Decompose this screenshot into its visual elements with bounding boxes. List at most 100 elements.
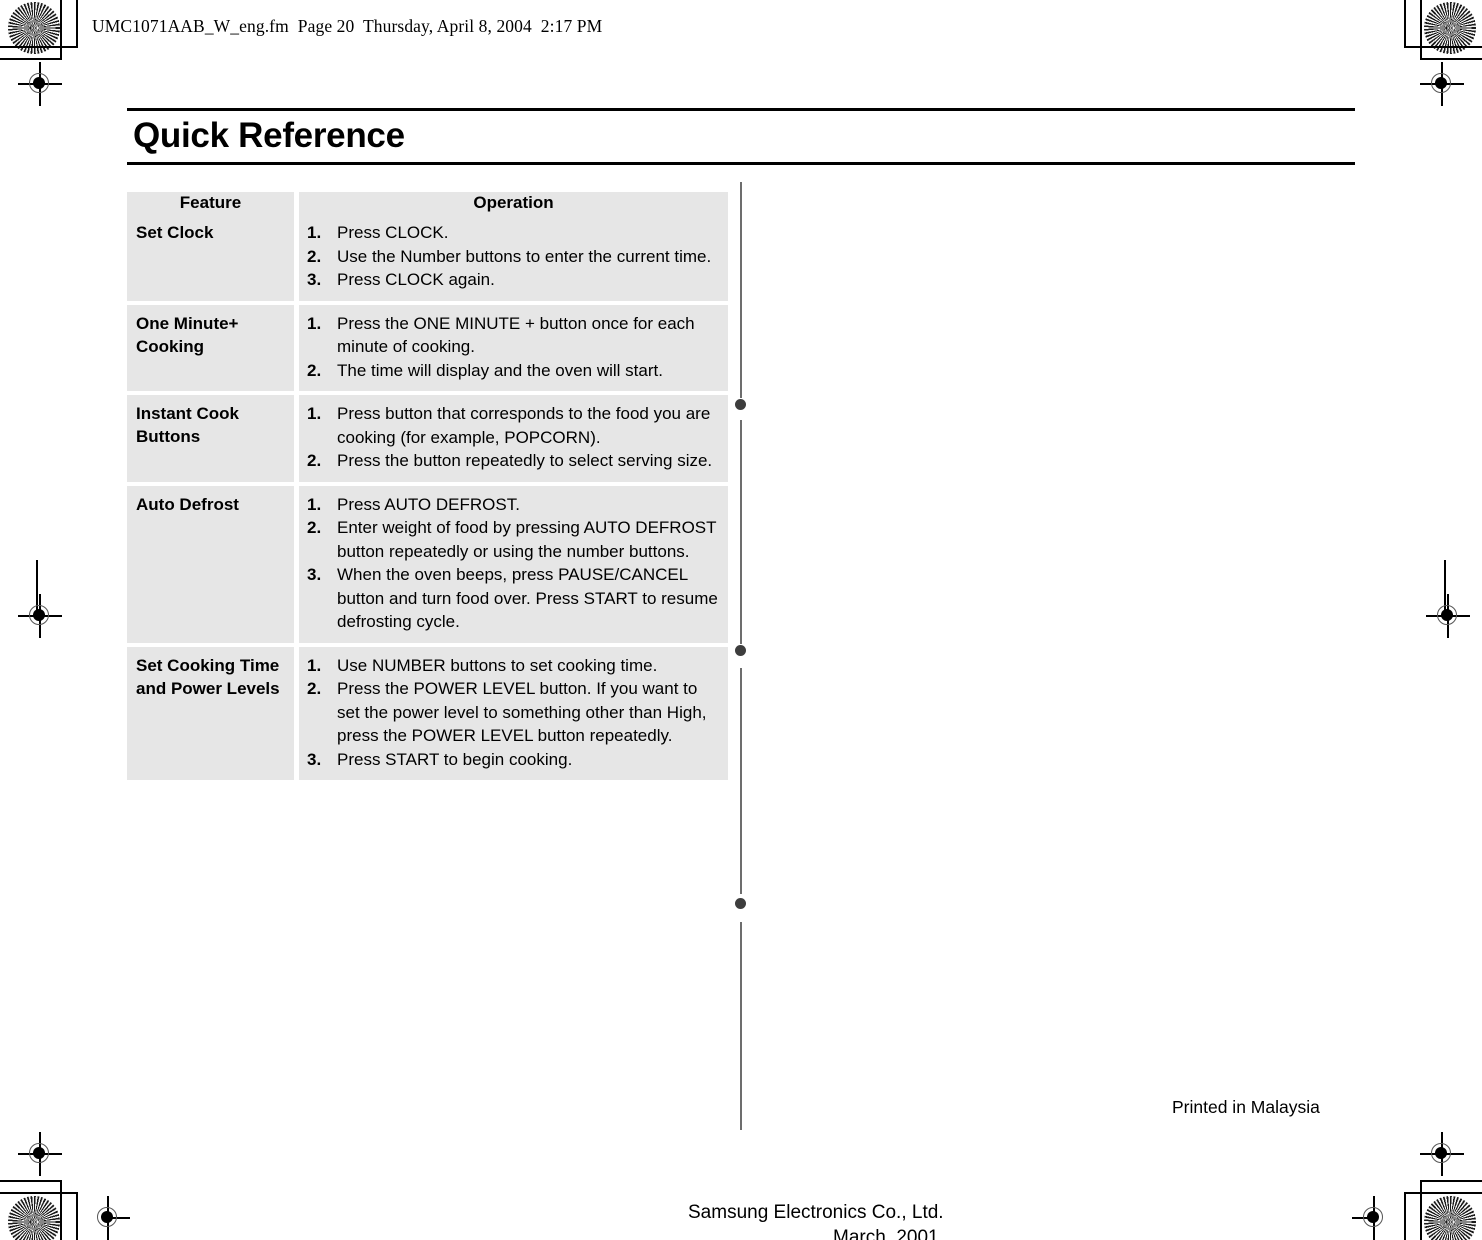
- operation-step: 2. Use the Number buttons to enter the cu…: [299, 245, 720, 269]
- operation-step-list: 1. Press AUTO DEFROST. 2. Enter weight of f…: [299, 493, 720, 634]
- crop-mark-line: [0, 1180, 62, 1182]
- operation-cell: 1. Press AUTO DEFROST. 2. Enter weight of f…: [299, 485, 728, 643]
- starburst-registration-mark: [1424, 2, 1476, 54]
- step-number: 1.: [307, 655, 322, 675]
- step-number: 2.: [307, 360, 322, 380]
- crop-mark-line: [1444, 560, 1446, 612]
- registration-target-icon: [18, 594, 62, 638]
- operation-cell: 1. Press the ONE MINUTE + button once for…: [299, 304, 728, 392]
- company-name-label: Samsung Electronics Co., Ltd.: [688, 1202, 944, 1223]
- step-text: Press CLOCK.: [337, 223, 449, 242]
- table-row: Auto Defrost 1. Press AUTO DEFROST. 2. Enter…: [127, 485, 728, 643]
- step-text: Press START to begin cooking.: [337, 749, 573, 769]
- file-header-caption: UMC1071AAB_W_eng.fm Page 20 Thursday, Ap…: [92, 16, 603, 36]
- crop-mark-line: [36, 560, 38, 612]
- registration-target-icon: [18, 62, 62, 106]
- registration-target-icon: [18, 1132, 62, 1176]
- feature-cell: Auto Defrost: [127, 485, 294, 643]
- operation-content: 1. Press button that corresponds to the f…: [299, 395, 728, 482]
- table-row: Instant Cook Buttons 1. Press button that …: [127, 395, 728, 482]
- registration-target-icon: [1420, 62, 1464, 106]
- feature-label: Instant Cook Buttons: [136, 404, 239, 446]
- table-head: Feature Operation: [127, 192, 728, 214]
- fold-guide-segment: [740, 668, 742, 894]
- crop-mark-line: [1404, 1192, 1482, 1194]
- table-row: Set Cooking Time and Power Levels 1. Use N…: [127, 646, 728, 781]
- step-text: Press AUTO DEFROST.: [337, 494, 520, 514]
- feature-label: One Minute+ Cooking: [136, 313, 239, 356]
- page-title: Quick Reference: [133, 116, 405, 155]
- table-header-row: Feature Operation: [127, 192, 728, 214]
- step-text: Press the ONE MINUTE + button once for e…: [337, 313, 695, 357]
- crop-mark-line: [1420, 1180, 1422, 1240]
- operation-cell: 1. Use NUMBER buttons to set cooking time…: [299, 646, 728, 781]
- step-text: Press CLOCK again.: [337, 270, 495, 289]
- page-title-block: Quick Reference: [127, 108, 1355, 165]
- operation-cell: 1. Press CLOCK. 2. Use the Number buttons t…: [299, 214, 728, 301]
- crop-mark-line: [60, 0, 62, 60]
- operation-step: 1. Use NUMBER buttons to set cooking time…: [299, 654, 720, 678]
- crop-mark-line: [1404, 46, 1482, 48]
- operation-step: 1. Press button that corresponds to the f…: [299, 402, 720, 449]
- crop-mark-line: [1420, 0, 1422, 60]
- step-text: Enter weight of food by pressing AUTO DE…: [337, 518, 717, 561]
- step-text: Use the Number buttons to enter the curr…: [337, 246, 712, 266]
- step-text: Use NUMBER buttons to set cooking time.: [337, 655, 658, 675]
- step-number: 2.: [307, 518, 322, 537]
- crop-mark-line: [60, 1180, 62, 1240]
- table-row: Set Clock 1. Press CLOCK. 2. Use the Number …: [127, 214, 728, 301]
- step-number: 3.: [307, 749, 322, 769]
- operation-step: 2. Enter weight of food by pressing AUTO …: [299, 516, 720, 563]
- crop-mark-line: [1420, 58, 1482, 60]
- fold-guide-segment: [740, 182, 742, 398]
- step-number: 2.: [307, 679, 322, 698]
- fold-guide-segment: [740, 420, 742, 644]
- operation-cell: 1. Press button that corresponds to the f…: [299, 395, 728, 482]
- step-text: Press button that corresponds to the foo…: [337, 404, 711, 447]
- crop-mark-line: [0, 46, 78, 48]
- step-number: 1.: [307, 494, 322, 514]
- crop-mark-line: [1404, 1192, 1406, 1240]
- operation-content: 1. Press the ONE MINUTE + button once for…: [299, 305, 728, 392]
- operation-step: 3. Press CLOCK again.: [299, 268, 720, 292]
- printed-in-label: Printed in Malaysia: [1172, 1097, 1320, 1117]
- fold-guide-bullet: [735, 898, 746, 909]
- feature-cell: One Minute+ Cooking: [127, 304, 294, 391]
- feature-cell: Set Cooking Time and Power Levels: [127, 646, 294, 780]
- step-number: 2.: [307, 246, 322, 266]
- title-rule-bottom: [127, 162, 1355, 165]
- operation-content: 1. Use NUMBER buttons to set cooking time…: [299, 647, 728, 781]
- operation-step: 1. Press AUTO DEFROST.: [299, 493, 720, 517]
- feature-label: Auto Defrost: [136, 494, 239, 514]
- crop-mark-line: [0, 58, 62, 60]
- fold-guide-segment: [740, 922, 742, 1130]
- step-number: 2.: [307, 451, 322, 470]
- step-number: 1.: [307, 404, 322, 423]
- step-number: 3.: [307, 565, 322, 584]
- step-number: 1.: [307, 313, 322, 333]
- column-header-feature: Feature: [127, 192, 294, 214]
- operation-content: 1. Press CLOCK. 2. Use the Number buttons t…: [299, 214, 728, 301]
- registration-target-icon: [1420, 1132, 1464, 1176]
- operation-step-list: 1. Press the ONE MINUTE + button once for…: [299, 312, 720, 383]
- crop-mark-line: [76, 1192, 78, 1240]
- starburst-registration-mark: [8, 1196, 60, 1240]
- table-row: One Minute+ Cooking 1. Press the ONE MINUT…: [127, 304, 728, 392]
- feature-cell: Instant Cook Buttons: [127, 395, 294, 482]
- fold-guide-bullet: [735, 399, 746, 410]
- operation-step: 1. Press CLOCK.: [299, 221, 720, 245]
- feature-cell: Set Clock: [127, 214, 294, 301]
- quick-reference-table: Feature Operation Set Clock 1. Press CLOCK…: [127, 192, 728, 780]
- registration-target-icon: [1352, 1196, 1396, 1240]
- feature-label: Set Cooking Time and Power Levels: [136, 655, 280, 698]
- step-text: Press the POWER LEVEL button. If you wan…: [337, 679, 707, 745]
- operation-step: 2. The time will display and the oven wil…: [299, 359, 720, 383]
- operation-step: 1. Press the ONE MINUTE + button once for…: [299, 312, 720, 359]
- crop-mark-line: [1420, 1180, 1482, 1182]
- operation-step-list: 1. Use NUMBER buttons to set cooking time…: [299, 654, 720, 772]
- publication-date-label: March, 2001: [833, 1227, 939, 1240]
- registration-target-icon: [1368, 7, 1412, 51]
- feature-label: Set Clock: [136, 223, 214, 242]
- crop-mark-line: [0, 1192, 78, 1194]
- document-page: UMC1071AAB_W_eng.fm Page 20 Thursday, Ap…: [0, 0, 1482, 1240]
